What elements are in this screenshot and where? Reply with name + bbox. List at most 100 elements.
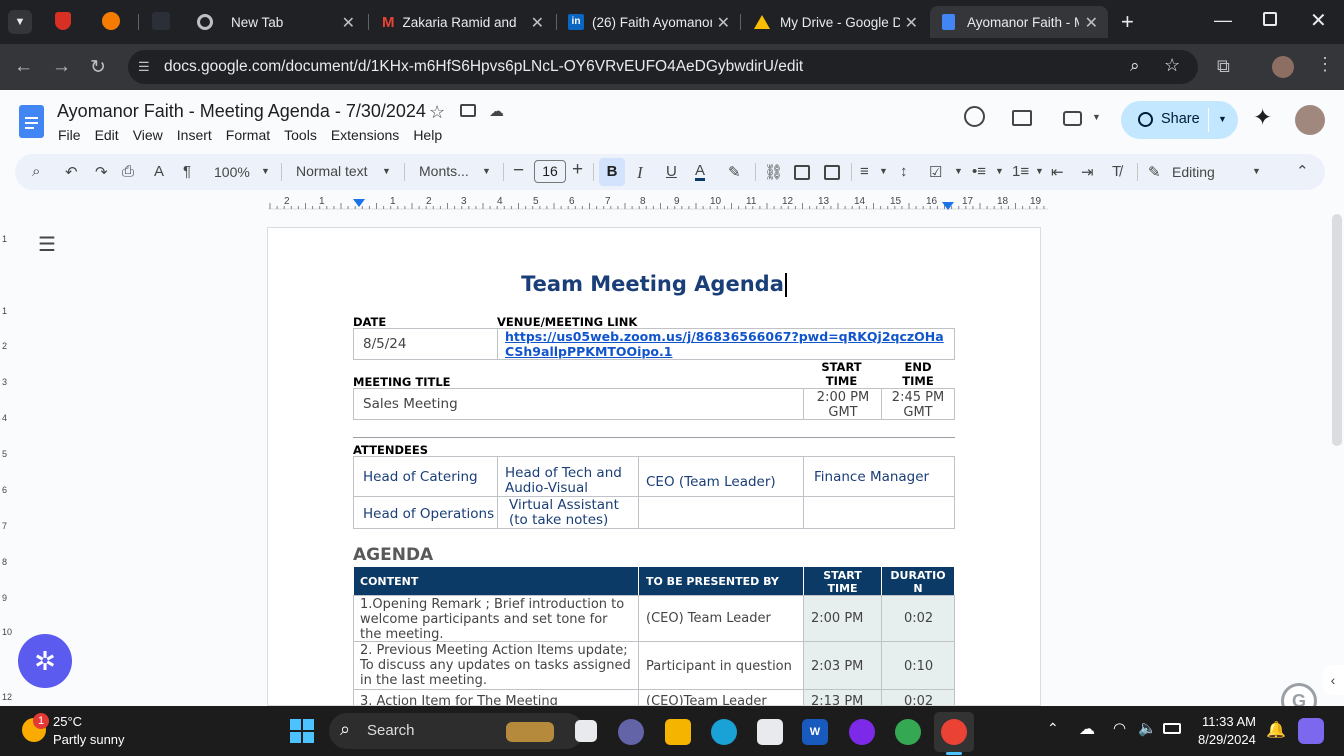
insert-link-icon[interactable]: ⛓ [764, 163, 783, 181]
increase-indent-icon[interactable]: ⇥ [1081, 163, 1094, 181]
forward-icon[interactable]: → [52, 56, 71, 78]
agenda-row-duration[interactable]: 0:02 [881, 595, 955, 642]
document-outline-icon[interactable]: ☰ [38, 232, 56, 257]
account-avatar[interactable] [1295, 105, 1325, 135]
bulleted-list-icon[interactable]: •≡ [972, 163, 986, 180]
menu-insert[interactable]: Insert [177, 127, 212, 143]
microsoft-store-icon[interactable] [757, 719, 783, 745]
word-icon[interactable]: W [802, 719, 828, 745]
close-tab-icon[interactable]: ✕ [1085, 13, 1098, 33]
star-icon[interactable]: ☆ [429, 102, 445, 123]
attendee-cell[interactable] [638, 496, 804, 529]
attendee-cell[interactable]: Head of Tech and Audio-Visual [497, 456, 639, 497]
meeting-title-cell[interactable]: Sales Meeting [353, 388, 804, 420]
decrease-font-size-icon[interactable]: − [513, 160, 524, 182]
redo-icon[interactable]: ↷ [95, 163, 108, 181]
add-comment-icon[interactable] [794, 165, 810, 180]
restore-button[interactable] [1263, 12, 1277, 26]
italic-icon[interactable]: I [637, 163, 643, 183]
wifi-icon[interactable]: ◠ [1113, 719, 1126, 737]
meet-icon[interactable] [1063, 111, 1082, 126]
document-page[interactable]: Team Meeting Agenda DATE VENUE/MEETING L… [267, 227, 1041, 706]
clear-formatting-icon[interactable]: T̸ [1112, 163, 1121, 180]
extensions-icon[interactable]: ⧉ [1217, 56, 1230, 77]
tab-docs-active[interactable]: Ayomanor Faith - M ✕ [930, 6, 1108, 38]
zoom-icon[interactable]: ⌕ [1130, 56, 1140, 76]
weather-temp[interactable]: 25°C [53, 714, 82, 729]
side-panel-toggle-icon[interactable]: ‹ [1322, 665, 1344, 695]
menu-tools[interactable]: Tools [284, 127, 317, 143]
menu-help[interactable]: Help [413, 127, 442, 143]
docs-logo-icon[interactable] [19, 105, 44, 138]
chrome-profile-2-icon[interactable] [941, 719, 967, 745]
edge-icon[interactable] [711, 719, 737, 745]
agenda-row-start[interactable]: 2:00 PM [803, 595, 882, 642]
font-size-input[interactable]: 16 [534, 160, 566, 183]
search-menus-icon[interactable]: ⌕ [32, 163, 40, 180]
agenda-row-start[interactable]: 2:13 PM [803, 689, 882, 705]
zoom-select[interactable]: 100% [214, 164, 250, 180]
text-color-icon[interactable]: A [695, 163, 706, 181]
increase-font-size-icon[interactable]: + [572, 159, 583, 181]
pinned-tab-brave-icon[interactable] [102, 12, 120, 30]
copilot-icon[interactable] [1298, 718, 1324, 744]
site-info-icon[interactable]: ☰ [138, 59, 150, 75]
start-time-cell[interactable]: 2:00 PM GMT [803, 388, 882, 420]
menu-extensions[interactable]: Extensions [331, 127, 399, 143]
agenda-row-start[interactable]: 2:03 PM [803, 641, 882, 690]
menu-edit[interactable]: Edit [95, 127, 119, 143]
pinned-tab-blank-icon[interactable] [152, 12, 170, 30]
profile-avatar[interactable] [1272, 56, 1294, 78]
gemini-sparkle-icon[interactable]: ✦ [1253, 104, 1272, 131]
numbered-list-icon[interactable]: 1≡ [1012, 163, 1029, 180]
menu-file[interactable]: File [58, 127, 81, 143]
meet-dropdown-icon[interactable]: ▼ [1092, 112, 1101, 122]
share-dropdown-icon[interactable]: ▼ [1218, 114, 1227, 124]
paint-format-icon[interactable]: ¶ [183, 163, 191, 180]
collapse-menus-icon[interactable]: ⌃ [1296, 162, 1309, 180]
close-tab-icon[interactable]: ✕ [342, 13, 355, 33]
document-heading[interactable]: Team Meeting Agenda [268, 272, 1040, 297]
agenda-row-presenter[interactable]: (CEO)Team Leader [638, 689, 804, 705]
font-select[interactable]: Monts... [419, 163, 469, 179]
menu-format[interactable]: Format [226, 127, 270, 143]
bold-icon[interactable]: B [599, 158, 625, 186]
left-indent-marker[interactable] [353, 199, 365, 207]
agenda-row-presenter[interactable]: (CEO) Team Leader [638, 595, 804, 642]
editing-mode-select[interactable]: Editing [1172, 164, 1215, 180]
agenda-row-duration[interactable]: 0:02 [881, 689, 955, 705]
volume-icon[interactable]: 🔈 [1138, 719, 1157, 737]
venue-link[interactable]: https://us05web.zoom.us/j/86836566067?pw… [505, 329, 951, 359]
canva-icon[interactable] [849, 719, 875, 745]
attendee-cell[interactable]: Head of Operations [353, 496, 498, 529]
end-time-cell[interactable]: 2:45 PM GMT [881, 388, 955, 420]
assistant-bubble-icon[interactable]: ✲ [18, 634, 72, 688]
underline-icon[interactable]: U [666, 163, 677, 180]
insert-image-icon[interactable] [824, 165, 840, 180]
teams-icon[interactable] [618, 719, 644, 745]
onedrive-icon[interactable]: ☁ [1079, 719, 1095, 739]
agenda-row-presenter[interactable]: Participant in question [638, 641, 804, 690]
battery-icon[interactable] [1163, 723, 1181, 734]
notifications-bell-icon[interactable]: 🔔 [1266, 720, 1286, 740]
agenda-row-duration[interactable]: 0:10 [881, 641, 955, 690]
taskbar-search-box[interactable]: ⌕ Search [329, 713, 584, 749]
close-tab-icon[interactable]: ✕ [905, 13, 918, 33]
new-tab-button[interactable]: + [1121, 9, 1134, 35]
show-hidden-icons[interactable]: ⌃ [1047, 720, 1059, 737]
minimize-button[interactable]: — [1214, 10, 1232, 31]
move-folder-icon[interactable] [460, 104, 476, 117]
print-icon[interactable]: ⎙ [122, 163, 134, 180]
reload-icon[interactable]: ↻ [90, 56, 106, 79]
close-window-button[interactable]: ✕ [1310, 8, 1327, 33]
document-title[interactable]: Ayomanor Faith - Meeting Agenda - 7/30/2… [57, 101, 426, 122]
cloud-saved-icon[interactable]: ☁ [489, 102, 504, 120]
back-icon[interactable]: ← [14, 56, 33, 78]
version-history-icon[interactable] [964, 106, 985, 127]
tab-linkedin[interactable]: in (26) Faith Ayomanor ✕ [556, 6, 740, 38]
spellcheck-icon[interactable]: A [154, 163, 164, 180]
attendee-cell[interactable] [803, 496, 955, 529]
attendee-cell[interactable]: Virtual Assistant (to take notes) [497, 496, 639, 529]
task-view-icon[interactable] [575, 720, 597, 742]
chrome-menu-icon[interactable]: ⋮ [1316, 54, 1334, 75]
